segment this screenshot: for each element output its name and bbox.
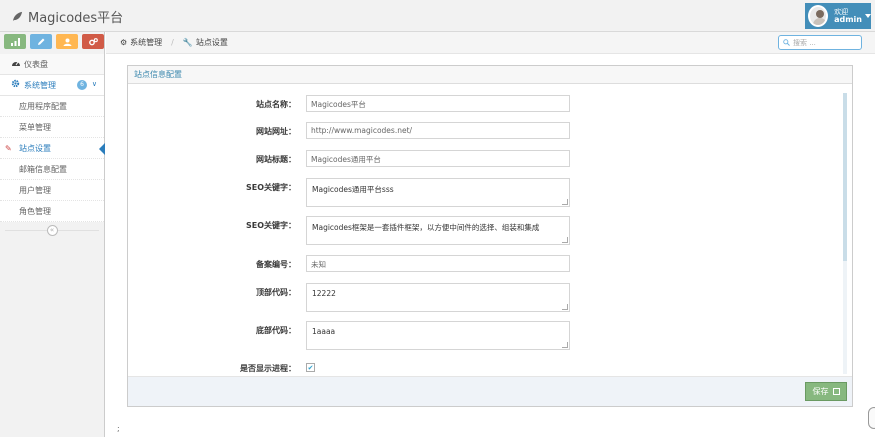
breadcrumb-label: 系统管理 bbox=[130, 38, 163, 47]
icp-field[interactable]: 未知 bbox=[306, 255, 570, 272]
panel-scrollbar[interactable] bbox=[843, 93, 847, 374]
brand[interactable]: Magicodes平台 bbox=[12, 7, 123, 26]
brand-title: Magicodes平台 bbox=[28, 11, 124, 26]
seo-keywords-label: SEO关键字： bbox=[245, 183, 296, 192]
chevron-down-icon: ∨ bbox=[91, 80, 97, 88]
form-row-footer-code: 底部代码： 1aaaa bbox=[128, 321, 570, 350]
sidebar-item-label: 用户管理 bbox=[19, 185, 51, 195]
check-icon: ✔ bbox=[307, 363, 314, 372]
breadcrumb-item-site-settings: 🔧 站点设置 bbox=[183, 37, 228, 48]
sidebar-item-label: 系统管理 bbox=[24, 80, 56, 90]
save-button[interactable]: 保存 bbox=[805, 382, 847, 401]
site-url-label: 网站网址： bbox=[256, 127, 296, 136]
shortcut-cogs-button[interactable] bbox=[82, 34, 104, 49]
save-button-label: 保存 bbox=[812, 387, 829, 396]
gear-icon bbox=[11, 79, 24, 91]
form-row-site-name: 站点名称： Magicodes平台 bbox=[128, 95, 570, 112]
shortcut-pencil-button[interactable] bbox=[30, 34, 52, 49]
sidebar-item-system[interactable]: 系统管理 6 ∨ bbox=[0, 75, 104, 96]
panel-footer: 保存 bbox=[128, 376, 852, 406]
header-code-label: 顶部代码： bbox=[256, 288, 296, 297]
leaf-icon bbox=[12, 11, 23, 22]
scroll-top-handle[interactable] bbox=[868, 407, 875, 429]
header-code-field[interactable]: 12222 bbox=[306, 283, 570, 312]
sidebar-item-menu-manage[interactable]: 菜单管理 bbox=[0, 117, 104, 138]
breadcrumb-separator: / bbox=[171, 38, 174, 47]
search-icon bbox=[783, 39, 790, 46]
sidebar-item-role-manage[interactable]: 角色管理 bbox=[0, 201, 104, 222]
panel-title: 站点信息配置 bbox=[134, 70, 182, 79]
sidebar-item-user-manage[interactable]: 用户管理 bbox=[0, 180, 104, 201]
site-name-field[interactable]: Magicodes平台 bbox=[306, 95, 570, 112]
dashboard-icon bbox=[11, 59, 24, 70]
search-placeholder: 搜索 ... bbox=[793, 38, 816, 47]
form-row-icp: 备案编号： 未知 bbox=[128, 255, 570, 272]
seo-description-label: SEO关键字： bbox=[245, 221, 296, 230]
breadcrumb: ⚙ 系统管理 / 🔧 站点设置 搜索 ... bbox=[106, 32, 875, 54]
signal-icon bbox=[10, 37, 20, 46]
icp-label: 备案编号： bbox=[256, 260, 296, 269]
page-footer: ; bbox=[117, 424, 120, 433]
sidebar-item-mail-config[interactable]: 邮箱信息配置 bbox=[0, 159, 104, 180]
breadcrumb-label: 站点设置 bbox=[195, 38, 228, 47]
count-badge: 6 bbox=[77, 80, 87, 90]
site-title-field[interactable]: Magicodes通用平台 bbox=[306, 150, 570, 167]
pencil-icon bbox=[38, 38, 45, 45]
caret-down-icon bbox=[865, 14, 871, 18]
save-icon bbox=[832, 388, 840, 395]
search-input[interactable]: 搜索 ... bbox=[778, 35, 862, 50]
sidebar-collapse: « bbox=[0, 222, 104, 238]
sidebar-item-label: 站点设置 bbox=[19, 143, 51, 153]
seo-description-field[interactable]: Magicodes框架是一套插件框架，以方便中间件的选择、组装和集成 bbox=[306, 216, 570, 245]
sidebar-item-label: 角色管理 bbox=[19, 206, 51, 216]
form-row-site-url: 网站网址： http://www.magicodes.net/ bbox=[128, 122, 570, 139]
sidebar-item-label: 邮箱信息配置 bbox=[19, 164, 67, 174]
wrench-icon: 🔧 bbox=[182, 38, 193, 47]
site-url-field[interactable]: http://www.magicodes.net/ bbox=[306, 122, 570, 139]
sidebar-item-dashboard[interactable]: 仪表盘 bbox=[0, 54, 104, 75]
avatar bbox=[808, 5, 829, 27]
shortcut-signal-button[interactable] bbox=[4, 34, 26, 49]
breadcrumb-item-system[interactable]: ⚙ 系统管理 bbox=[120, 37, 162, 48]
seo-keywords-field[interactable]: Magicodes通用平台sss bbox=[306, 178, 570, 207]
user-name: admin bbox=[834, 15, 862, 24]
form-row-site-title: 网站标题： Magicodes通用平台 bbox=[128, 150, 570, 167]
show-progress-checkbox[interactable]: ✔ bbox=[306, 363, 315, 372]
submenu-system: 应用程序配置 菜单管理 ✎ 站点设置 邮箱信息配置 用户管理 角色管理 bbox=[0, 96, 105, 222]
sidebar-item-app-config[interactable]: 应用程序配置 bbox=[0, 96, 104, 117]
users-icon bbox=[63, 38, 71, 46]
sidebar-item-label: 应用程序配置 bbox=[19, 101, 67, 111]
shortcut-users-button[interactable] bbox=[56, 34, 78, 49]
site-settings-panel: 站点信息配置 站点名称： Magicodes平台 网站网址： http://ww… bbox=[127, 65, 853, 407]
footer-code-field[interactable]: 1aaaa bbox=[306, 321, 570, 350]
sidebar-item-label: 仪表盘 bbox=[24, 59, 48, 69]
form-row-show-progress: 是否显示进程： ✔ bbox=[128, 363, 315, 374]
sidebar-shortcuts bbox=[0, 32, 104, 54]
site-name-label: 站点名称： bbox=[256, 100, 296, 109]
scrollbar-thumb[interactable] bbox=[843, 93, 847, 261]
form-row-seo-description: SEO关键字： Magicodes框架是一套插件框架，以方便中间件的选择、组装和… bbox=[128, 216, 570, 245]
sidebar-item-label: 菜单管理 bbox=[19, 122, 51, 132]
footer-code-label: 底部代码： bbox=[256, 326, 296, 335]
form-row-seo-keywords: SEO关键字： Magicodes通用平台sss bbox=[128, 178, 570, 207]
top-navbar: Magicodes平台 欢迎 admin bbox=[0, 0, 875, 32]
show-progress-label: 是否显示进程： bbox=[240, 364, 296, 373]
user-menu[interactable]: 欢迎 admin bbox=[805, 3, 871, 29]
site-title-label: 网站标题： bbox=[256, 155, 296, 164]
form-row-header-code: 顶部代码： 12222 bbox=[128, 283, 570, 312]
sidebar: 仪表盘 系统管理 6 ∨ 应用程序配置 菜单管理 ✎ 站点设置 邮箱信息配置 用… bbox=[0, 32, 105, 437]
sidebar-item-site-settings[interactable]: ✎ 站点设置 bbox=[0, 138, 105, 159]
chevron-left-icon[interactable]: « bbox=[46, 224, 58, 236]
panel-header: 站点信息配置 bbox=[128, 66, 852, 84]
gear-icon: ⚙ bbox=[120, 38, 128, 47]
cogs-icon bbox=[88, 37, 98, 45]
wrench-icon: ✎ bbox=[5, 144, 12, 153]
